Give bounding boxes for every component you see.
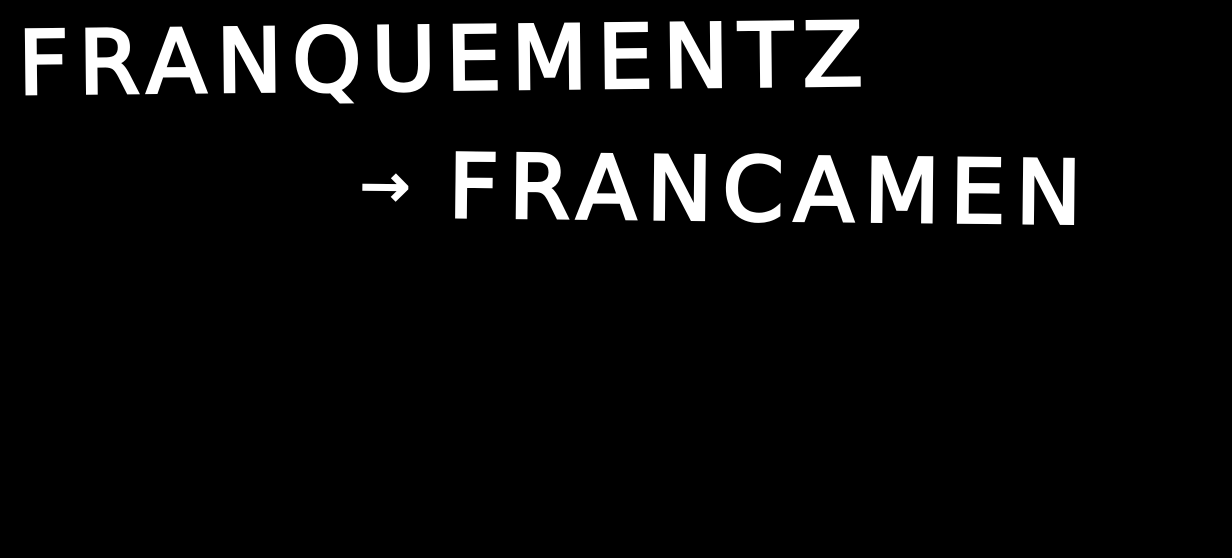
handwritten-word-original: FRANQUEMENTZ	[16, 2, 875, 117]
original-word-text: FRANQUEMENTZ	[16, 2, 875, 117]
derived-word-text: FRANCAMEN	[446, 133, 1093, 246]
arrow-icon: →	[359, 150, 422, 223]
handwriting-canvas: FRANQUEMENTZ → FRANCAMEN	[0, 0, 1232, 558]
handwritten-word-derived: → FRANCAMEN	[359, 133, 1094, 246]
